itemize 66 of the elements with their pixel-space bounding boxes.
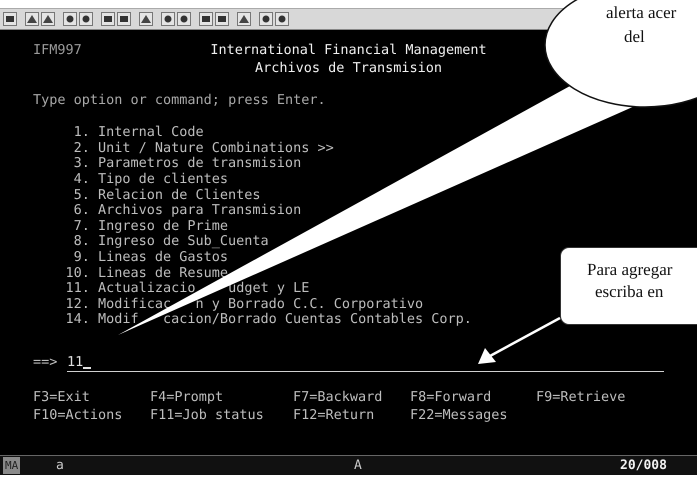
menu-option: cacion/Borrado Cuentas Contables Corp.: [163, 312, 472, 328]
menu-option: Tipo de clientes: [98, 172, 228, 188]
callout-text: Para agregar: [587, 259, 672, 281]
option-number: 9.: [72, 250, 90, 266]
function-key[interactable]: F3=Exit: [33, 388, 90, 406]
option-number: 8.: [72, 234, 90, 250]
menu-option: Parametros de transmision: [98, 156, 302, 172]
option-number: 3.: [72, 156, 90, 172]
option-number: 10.: [66, 266, 90, 282]
menu-option: Actualizacio: [98, 281, 196, 297]
option-number: 4.: [72, 172, 90, 188]
screen-subtitle: Archivos de Transmision: [255, 60, 442, 76]
status-indicator: MA: [3, 457, 20, 474]
toolbar-icon[interactable]: [3, 12, 17, 26]
toolbar-icon[interactable]: [101, 12, 115, 26]
function-key[interactable]: F11=Job status: [150, 406, 264, 424]
toolbar-icon[interactable]: [215, 12, 229, 26]
toolbar-icon[interactable]: [25, 12, 39, 26]
toolbar-icon[interactable]: [259, 12, 273, 26]
toolbar-icon[interactable]: [117, 12, 131, 26]
menu-option: Archivos para Transmision: [98, 203, 302, 219]
menu-option: Unit / Nature Combinations >>: [98, 140, 334, 156]
menu-option: udget y LE: [228, 281, 310, 297]
menu-option: Relacion de Clientes: [98, 188, 261, 204]
instruction-text: Type option or command; press Enter.: [32, 91, 327, 109]
toolbar-icon[interactable]: [79, 12, 93, 26]
option-number: 7.: [72, 218, 90, 234]
command-prompt: ==>: [33, 352, 58, 372]
toolbar-icon[interactable]: [41, 12, 55, 26]
program-id: IFM997: [32, 41, 83, 59]
menu-option: Ingreso de Prime: [98, 218, 228, 234]
function-key[interactable]: F12=Return: [293, 406, 374, 424]
function-key[interactable]: F9=Retrieve: [536, 388, 626, 406]
option-number: 14.: [66, 312, 90, 328]
menu-option: n y Borrado C.C. Corporativo: [196, 296, 424, 312]
cursor-position: 20/008: [620, 458, 667, 473]
toolbar-icon[interactable]: [161, 12, 175, 26]
menu-option: Ingreso de Sub_Cuenta: [98, 234, 269, 250]
menu-option: Modif: [98, 312, 139, 328]
callout-text: alerta acer: [606, 3, 676, 23]
function-key[interactable]: F8=Forward: [410, 388, 492, 406]
menu-option: Lineas de Resume: [98, 266, 228, 282]
shift-indicator: A: [354, 458, 362, 473]
option-number: 6.: [72, 203, 90, 219]
function-key[interactable]: F22=Messages: [410, 406, 508, 424]
option-number: 12.: [66, 296, 90, 312]
menu-option: Lineas de Gastos: [98, 250, 228, 266]
function-key[interactable]: F10=Actions: [33, 406, 122, 424]
toolbar-icon[interactable]: [177, 12, 191, 26]
toolbar-icon[interactable]: [237, 12, 251, 26]
callout-text: escriba en: [595, 281, 664, 303]
callout-text: del: [624, 27, 645, 47]
menu-option: Modificac: [98, 296, 172, 312]
function-key[interactable]: F4=Prompt: [150, 388, 224, 406]
option-number: 1.: [72, 125, 90, 141]
toolbar-icon[interactable]: [275, 12, 289, 26]
toolbar-icon[interactable]: [139, 12, 153, 26]
option-number: 2.: [72, 140, 90, 156]
screen-title: International Financial Management: [210, 41, 487, 59]
option-number: 11.: [66, 281, 90, 297]
menu-option: Internal Code: [98, 125, 204, 141]
input-mode: a: [56, 458, 64, 473]
toolbar-icon[interactable]: [199, 12, 213, 26]
function-key[interactable]: F7=Backward: [293, 388, 382, 406]
toolbar-icon[interactable]: [63, 12, 77, 26]
option-number: 5.: [72, 188, 90, 204]
